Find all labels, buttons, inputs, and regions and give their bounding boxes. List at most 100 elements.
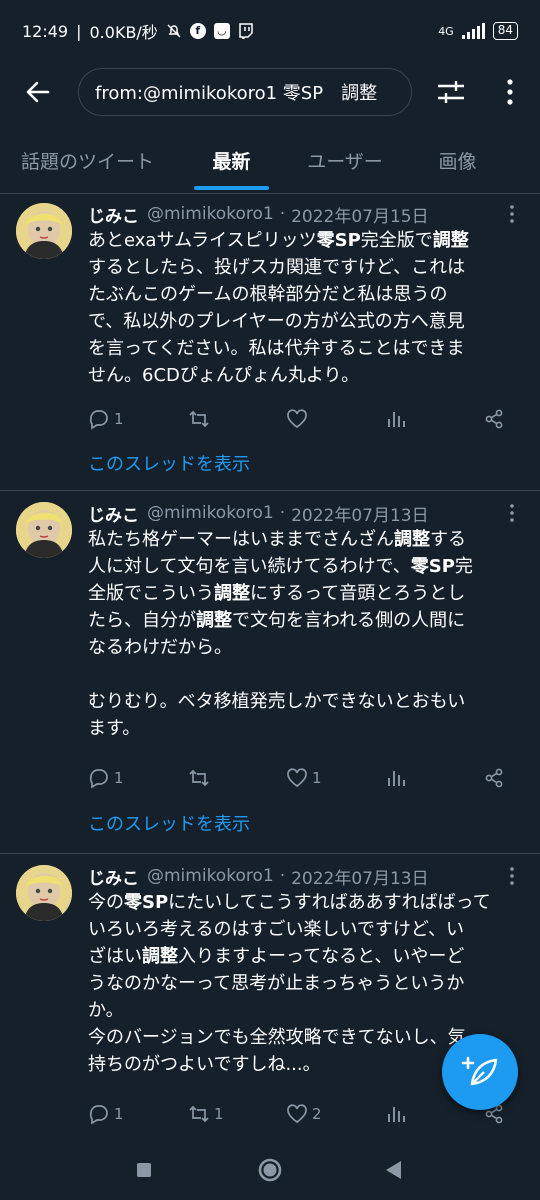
user-handle[interactable]: @mimikokoro1 (147, 204, 274, 224)
user-handle[interactable]: @mimikokoro1 (147, 503, 274, 523)
signal-icon (461, 23, 485, 39)
tweet-date[interactable]: 2022年07月13日 (291, 501, 429, 526)
tweet-text-line: むりむり。ベタ移植発売しかできないとおもい (88, 691, 466, 712)
reply-button[interactable]: 1 (88, 406, 124, 432)
tweet-text-line: あとexaサムライスピリッツ零SP完全版で調整 (88, 230, 469, 251)
tweet-text-line: いろいろ考えるのはすごい楽しいですけど、い (88, 919, 465, 940)
status-time: 12:49 (22, 21, 69, 41)
status-speed: 0.0KB/秒 (89, 23, 158, 42)
separator-dot: · (279, 503, 286, 523)
display-name[interactable]: じみこ (88, 202, 139, 227)
retweet-count: 1 (214, 1105, 224, 1123)
battery-icon: 84 (492, 22, 518, 40)
avatar[interactable] (16, 502, 72, 558)
reply-count: 1 (114, 410, 124, 428)
tweet-date[interactable]: 2022年07月15日 (291, 202, 429, 227)
twitch-icon (239, 23, 253, 39)
tweet-text-line: 今の零SPにたいしてこうすればああすればばって (88, 892, 491, 913)
tweet-text-line: せん。6CDぴょんぴょん丸より。 (88, 365, 360, 386)
arrow-left-icon[interactable] (22, 76, 54, 108)
tab-latest[interactable]: 最新 (194, 132, 269, 193)
tweet-text-line: たぶんこのゲームの根幹部分だと私は思うの (88, 284, 448, 305)
search-tabs: 話題のツイート 最新 ユーザー 画像 (0, 132, 540, 194)
reply-button[interactable]: 1 (88, 765, 124, 791)
tab-users[interactable]: ユーザー (290, 132, 400, 193)
separator-dot: · (279, 866, 286, 886)
reply-count: 1 (114, 769, 124, 787)
share-icon (485, 768, 503, 788)
tweet-text-line: たら、自分が調整で文句を言われる側の人間に (88, 610, 466, 631)
tweet-actions: 1 (88, 406, 508, 432)
tweet-text-line: 人に対して文句を言い続けてるわけで、零SP完 (88, 556, 473, 577)
separator-dot: · (279, 204, 286, 224)
reply-icon (89, 410, 108, 430)
tweet-card[interactable]: じみこ @mimikokoro1 · 2022年07月13日 私たち格ゲーマーは… (0, 492, 540, 854)
display-name[interactable]: じみこ (88, 501, 139, 526)
inbox-icon: ◡ (213, 23, 230, 39)
search-input[interactable] (78, 68, 412, 116)
like-button[interactable]: 2 (286, 1101, 322, 1127)
tweet-date[interactable]: 2022年07月13日 (291, 864, 429, 889)
tweet-text: あとexaサムライスピリッツ零SP完全版で調整 するとしたら、投げスカ関連ですけ… (88, 227, 528, 389)
analytics-button[interactable] (385, 765, 407, 791)
show-thread-link[interactable]: このスレッドを表示 (88, 450, 250, 476)
home-icon[interactable] (256, 1156, 284, 1184)
tweet-text-line (88, 661, 528, 688)
retweet-button[interactable] (188, 765, 214, 791)
reply-button[interactable]: 1 (88, 1101, 124, 1127)
reply-count: 1 (114, 1105, 124, 1123)
avatar[interactable] (16, 203, 72, 259)
recents-icon[interactable] (134, 1160, 154, 1180)
back-nav-icon[interactable] (382, 1158, 404, 1182)
tab-images[interactable]: 画像 (420, 132, 495, 193)
more-vertical-icon[interactable] (506, 502, 518, 524)
retweet-icon (189, 410, 209, 428)
tweet-text-line: ます。 (88, 718, 141, 739)
tweet-header: じみこ @mimikokoro1 · 2022年07月13日 (88, 500, 429, 526)
avatar[interactable] (16, 865, 72, 921)
compose-tweet-button[interactable] (442, 1034, 518, 1110)
heart-icon (287, 768, 307, 788)
retweet-button[interactable]: 1 (188, 1101, 224, 1127)
tweet-text-line: か。 (88, 1000, 124, 1021)
show-thread-link[interactable]: このスレッドを表示 (88, 810, 250, 836)
like-button[interactable] (286, 406, 312, 432)
sliders-icon[interactable] (434, 76, 468, 108)
like-button[interactable]: 1 (286, 765, 322, 791)
tweet-header: じみこ @mimikokoro1 · 2022年07月13日 (88, 863, 429, 889)
tweet-header: じみこ @mimikokoro1 · 2022年07月15日 (88, 201, 429, 227)
bell-off-icon (167, 24, 181, 38)
system-nav-bar (0, 1140, 540, 1200)
tab-top[interactable]: 話題のツイート (0, 132, 175, 193)
like-count: 1 (312, 769, 322, 787)
reply-icon (89, 769, 108, 789)
facebook-icon: f (189, 23, 206, 39)
active-tab-indicator (194, 186, 269, 190)
like-count: 2 (312, 1105, 322, 1123)
share-icon (485, 409, 503, 429)
display-name[interactable]: じみこ (88, 864, 139, 889)
tweet-text: 私たち格ゲーマーはいままでさんざん調整する 人に対して文句を言い続けてるわけで、… (88, 526, 528, 742)
status-bar: 12:49 | 0.0KB/秒 f ◡ 4G 84 (0, 0, 540, 62)
bar-chart-icon (388, 412, 405, 427)
user-handle[interactable]: @mimikokoro1 (147, 866, 274, 886)
analytics-button[interactable] (385, 406, 407, 432)
more-vertical-icon[interactable] (506, 865, 518, 887)
tweet-text-line: を言ってください。私は代弁することはできま (88, 338, 465, 359)
retweet-icon (189, 1105, 209, 1123)
tweet-text-line: 私たち格ゲーマーはいままでさんざん調整する (88, 529, 466, 550)
retweet-button[interactable] (188, 406, 214, 432)
tweet-text-line: うなのかなーって思考が止まっちゃうというか (88, 973, 465, 994)
bar-chart-icon (388, 1107, 405, 1122)
tweet-text-line: 全版でこういう調整にするって音頭とろうとし (88, 583, 466, 604)
share-button[interactable] (483, 765, 505, 791)
share-button[interactable] (483, 406, 505, 432)
reply-icon (89, 1105, 108, 1125)
tweet-text-line: ざはい調整入りますよーってなると、いやーど (88, 946, 465, 967)
tweet-card[interactable]: じみこ @mimikokoro1 · 2022年07月15日 あとexaサムライ… (0, 193, 540, 491)
analytics-button[interactable] (385, 1101, 407, 1127)
more-vertical-icon[interactable] (498, 74, 522, 110)
more-vertical-icon[interactable] (506, 203, 518, 225)
bar-chart-icon (388, 771, 405, 786)
retweet-icon (189, 769, 209, 787)
